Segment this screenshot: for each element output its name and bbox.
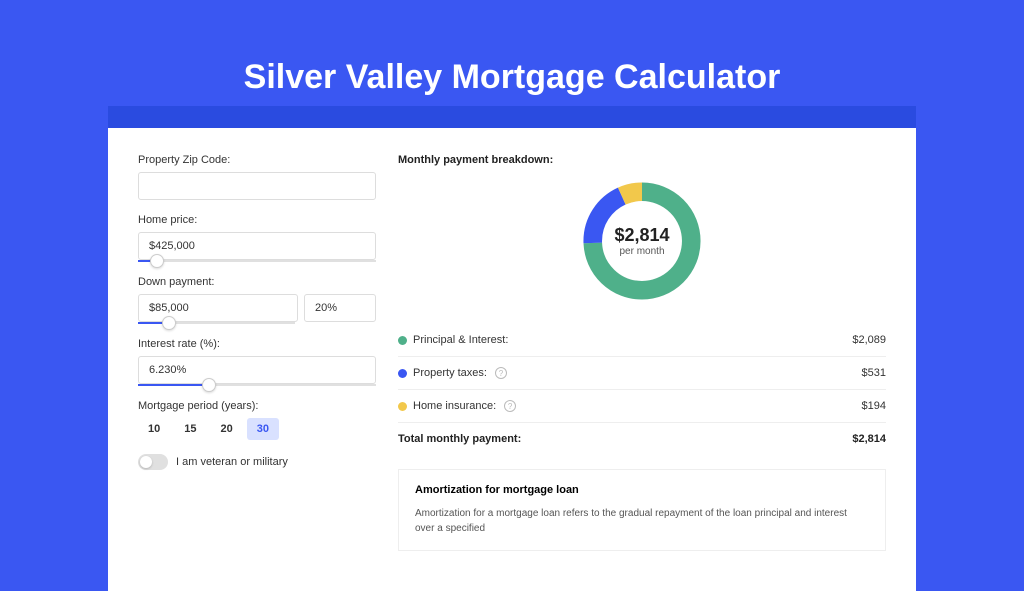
interest-input[interactable]: [138, 356, 376, 384]
total-value: $2,814: [852, 433, 886, 445]
interest-slider-knob[interactable]: [202, 378, 216, 392]
interest-label: Interest rate (%):: [138, 338, 376, 350]
breakdown-column: Monthly payment breakdown: $2,814 per mo…: [398, 154, 886, 551]
legend-row: Property taxes:? $531: [398, 357, 886, 390]
form-column: Property Zip Code: Home price: Down paym…: [138, 154, 376, 551]
amortization-title: Amortization for mortgage loan: [415, 484, 869, 496]
total-row: Total monthly payment: $2,814: [398, 423, 886, 461]
period-option-10[interactable]: 10: [138, 418, 170, 440]
legend-label: Principal & Interest:: [413, 334, 508, 346]
veteran-label: I am veteran or military: [176, 456, 288, 468]
veteran-toggle[interactable]: [138, 454, 168, 470]
veteran-row: I am veteran or military: [138, 454, 376, 470]
donut-amount: $2,814: [614, 225, 669, 246]
legend-value: $531: [862, 367, 886, 379]
interest-slider[interactable]: [138, 384, 376, 386]
legend-left: Property taxes:?: [398, 367, 507, 379]
amortization-card: Amortization for mortgage loan Amortizat…: [398, 469, 886, 551]
page-title: Silver Valley Mortgage Calculator: [0, 0, 1024, 97]
donut-chart: $2,814 per month: [577, 176, 707, 306]
breakdown-heading: Monthly payment breakdown:: [398, 154, 886, 166]
down-payment-slider[interactable]: [138, 322, 295, 324]
home-price-slider-knob[interactable]: [150, 254, 164, 268]
home-price-label: Home price:: [138, 214, 376, 226]
period-block: Mortgage period (years): 10152030: [138, 400, 376, 440]
down-payment-slider-knob[interactable]: [162, 316, 176, 330]
calculator-panel: Property Zip Code: Home price: Down paym…: [108, 128, 916, 591]
legend-value: $2,089: [852, 334, 886, 346]
down-payment-pct-input[interactable]: [304, 294, 376, 322]
zip-label: Property Zip Code:: [138, 154, 376, 166]
veteran-toggle-knob: [140, 456, 152, 468]
legend-value: $194: [862, 400, 886, 412]
legend-label: Property taxes:: [413, 367, 487, 379]
legend-dot-icon: [398, 369, 407, 378]
panel-shadow: Property Zip Code: Home price: Down paym…: [108, 106, 916, 591]
zip-input[interactable]: [138, 172, 376, 200]
home-price-input[interactable]: [138, 232, 376, 260]
donut-chart-wrap: $2,814 per month: [398, 176, 886, 306]
legend-dot-icon: [398, 402, 407, 411]
down-payment-block: Down payment:: [138, 276, 376, 324]
home-price-block: Home price:: [138, 214, 376, 262]
zip-block: Property Zip Code:: [138, 154, 376, 200]
legend-left: Home insurance:?: [398, 400, 516, 412]
legend-row: Principal & Interest: $2,089: [398, 324, 886, 357]
interest-slider-fill: [138, 384, 209, 386]
down-payment-input[interactable]: [138, 294, 298, 322]
amortization-body: Amortization for a mortgage loan refers …: [415, 506, 869, 536]
interest-block: Interest rate (%):: [138, 338, 376, 386]
legend-left: Principal & Interest:: [398, 334, 508, 346]
total-label: Total monthly payment:: [398, 433, 521, 445]
info-icon[interactable]: ?: [504, 400, 516, 412]
donut-sub: per month: [619, 246, 664, 257]
page-root: Silver Valley Mortgage Calculator Proper…: [0, 0, 1024, 512]
period-option-15[interactable]: 15: [174, 418, 206, 440]
donut-center: $2,814 per month: [577, 176, 707, 306]
period-option-20[interactable]: 20: [211, 418, 243, 440]
period-options: 10152030: [138, 418, 376, 440]
period-label: Mortgage period (years):: [138, 400, 376, 412]
info-icon[interactable]: ?: [495, 367, 507, 379]
legend-dot-icon: [398, 336, 407, 345]
legend-label: Home insurance:: [413, 400, 496, 412]
home-price-slider[interactable]: [138, 260, 376, 262]
down-payment-label: Down payment:: [138, 276, 376, 288]
legend: Principal & Interest: $2,089 Property taxe…: [398, 324, 886, 423]
legend-row: Home insurance:? $194: [398, 390, 886, 423]
period-option-30[interactable]: 30: [247, 418, 279, 440]
